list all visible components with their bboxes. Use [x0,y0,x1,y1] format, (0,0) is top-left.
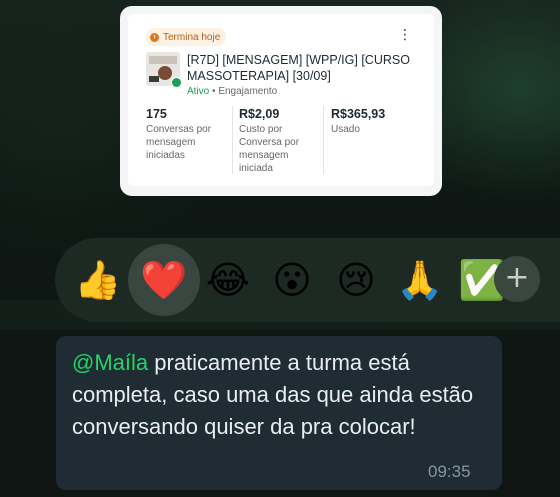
message-timestamp: 09:35 [428,462,471,481]
metric-value: R$2,09 [239,107,280,121]
badge-label: Termina hoje [163,31,221,43]
metric-conversations: 175 Conversas por mensagem iniciadas [146,107,226,162]
metric-divider [232,106,233,174]
active-status-dot [171,77,182,88]
more-vert-icon[interactable]: ⋮ [398,28,412,42]
meta-separator: • [212,86,216,97]
surprised-face-icon[interactable]: 😮 [268,258,316,302]
red-heart-icon[interactable]: ❤️ [140,258,188,302]
metric-value: 175 [146,107,167,121]
ad-status: Ativo [187,86,210,97]
message-text: @Maíla praticamente a turma está complet… [72,347,492,443]
clock-icon [150,32,159,42]
metric-divider [323,106,324,174]
more-reactions-button[interactable]: + [494,256,540,302]
ad-objective: Engajamento [218,86,278,97]
metric-label: Conversas por mensagem iniciadas [146,124,212,161]
metric-cost-per-conversation: R$2,09 Custo por Conversa por mensagem i… [239,107,311,175]
metric-spent: R$365,93 Usado [331,107,411,136]
folded-hands-icon[interactable]: 🙏 [396,258,444,302]
tears-of-joy-icon[interactable]: 😂 [204,258,252,302]
ad-meta: Ativo • Engajamento [187,86,277,97]
thumbs-up-icon[interactable]: 👍 [74,258,122,302]
mention-link[interactable]: @Maíla [72,350,148,375]
ends-today-badge: Termina hoje [146,28,227,46]
metric-label: Custo por Conversa por mensagem iniciada [239,124,300,174]
metric-label: Usado [331,124,360,135]
metric-value: R$365,93 [331,107,386,121]
crying-face-icon[interactable]: 😢 [332,258,380,302]
ad-title: [R7D] [MENSAGEM] [WPP/IG] [CURSO MASSOTE… [187,53,410,83]
